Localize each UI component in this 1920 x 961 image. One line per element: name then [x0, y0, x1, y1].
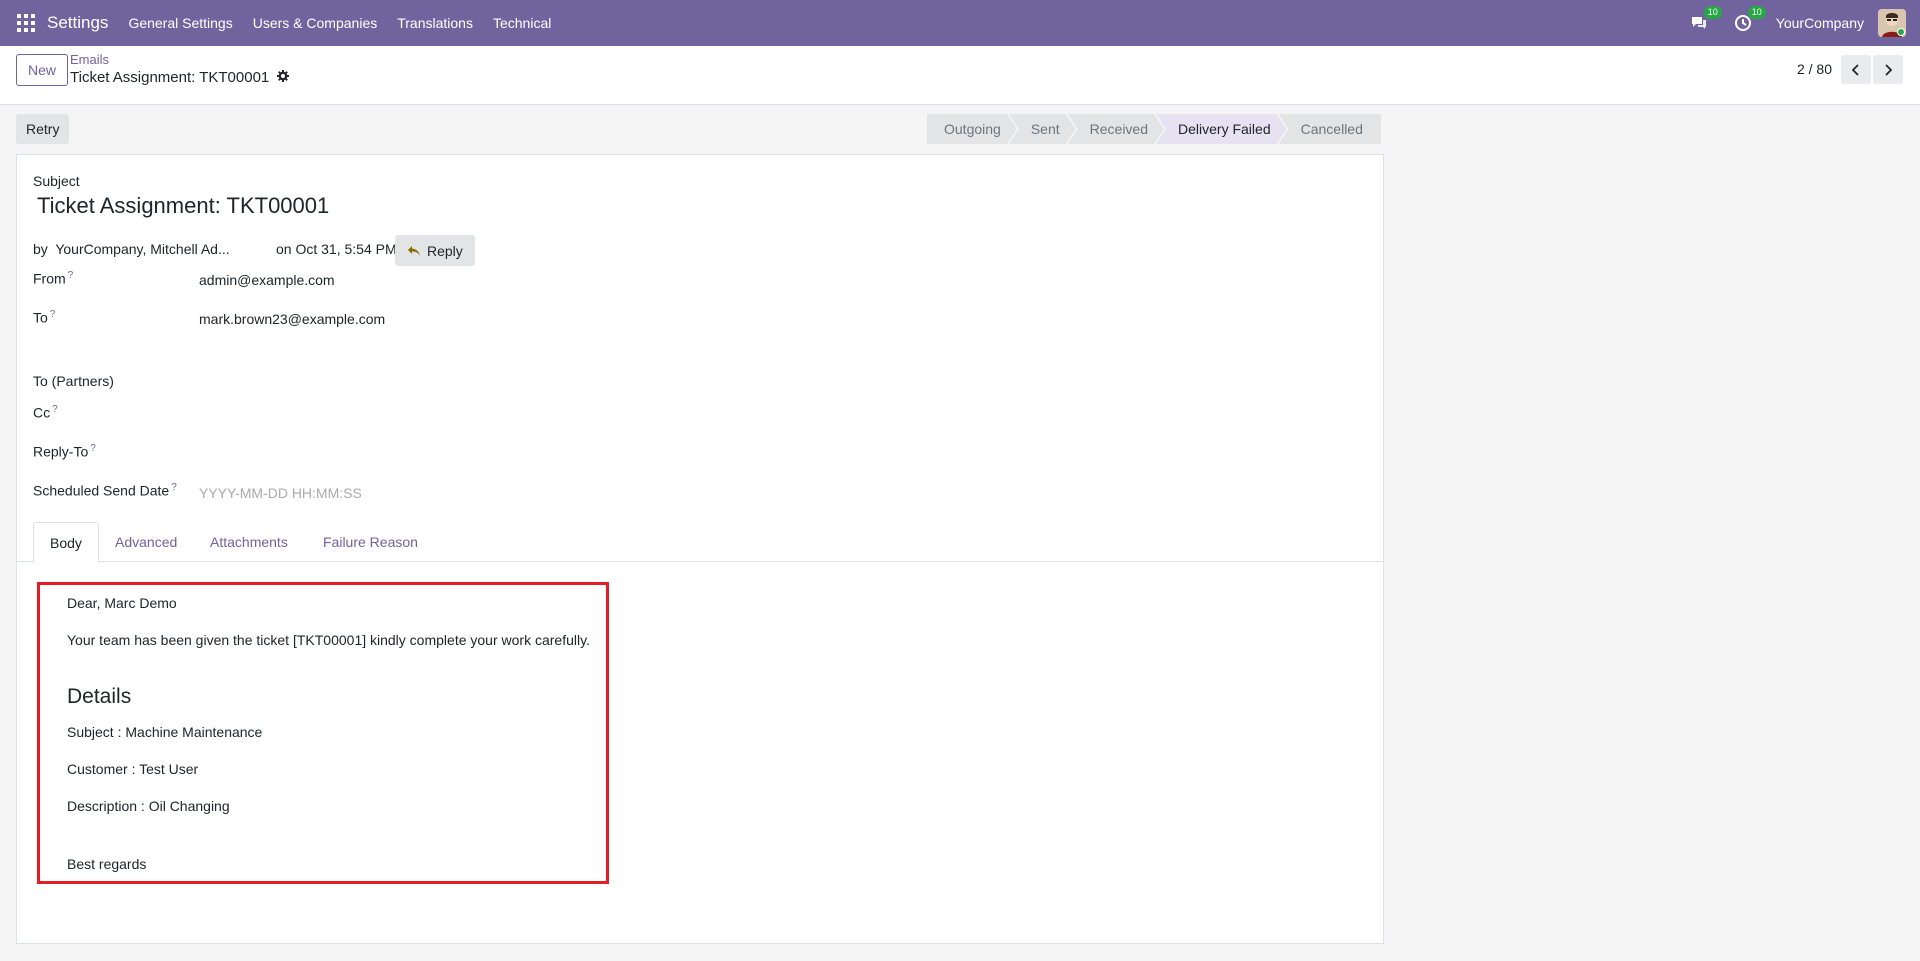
to-field[interactable]: mark.brown23@example.com [199, 311, 385, 327]
tab-attachments[interactable]: Attachments [194, 522, 304, 562]
menu-general-settings[interactable]: General Settings [128, 15, 232, 31]
stage-received[interactable]: Received [1068, 114, 1164, 144]
body-greeting: Dear, Marc Demo [67, 595, 177, 611]
scheduled-date-label-text: Scheduled Send Date [33, 482, 170, 499]
gear-icon[interactable] [277, 69, 290, 86]
messages-count-badge: 10 [1703, 6, 1722, 19]
reply-label: Reply [427, 242, 463, 259]
stage-cancelled[interactable]: Cancelled [1278, 114, 1381, 144]
subject-label: Subject [33, 173, 80, 189]
body-description-line: Description : Oil Changing [67, 798, 230, 814]
messages-icon[interactable]: 10 [1688, 6, 1722, 34]
reply-to-label: Reply-To? [33, 443, 96, 460]
cc-label: Cc? [33, 404, 58, 421]
to-label-text: To [33, 309, 48, 326]
from-label-text: From [33, 270, 66, 287]
menu-translations[interactable]: Translations [397, 15, 473, 31]
record-title: Ticket Assignment: TKT00001 [70, 69, 270, 86]
tab-failure-reason[interactable]: Failure Reason [307, 522, 434, 562]
form-sheet: Subject Ticket Assignment: TKT00001 by Y… [16, 154, 1384, 944]
top-navbar: Settings General Settings Users & Compan… [0, 0, 1920, 46]
body-closing: Best regards [67, 856, 147, 872]
control-panel: New Emails Ticket Assignment: TKT00001 2… [0, 46, 1920, 105]
email-body-highlight: Dear, Marc Demo Your team has been given… [37, 582, 609, 884]
help-tooltip-icon[interactable]: ? [90, 443, 96, 454]
menu-technical[interactable]: Technical [493, 15, 551, 31]
chevron-right-icon [1885, 63, 1893, 76]
body-details-heading: Details [67, 685, 132, 708]
activity-clock-icon[interactable]: 10 [1732, 6, 1766, 34]
author-name[interactable]: YourCompany, Mitchell Ad... [55, 241, 229, 257]
chevron-left-icon [1851, 63, 1859, 76]
to-partners-label: To (Partners) [33, 373, 114, 389]
help-tooltip-icon[interactable]: ? [52, 404, 58, 415]
retry-button[interactable]: Retry [16, 114, 70, 144]
new-button[interactable]: New [16, 54, 69, 86]
company-switcher[interactable]: YourCompany [1776, 15, 1864, 31]
menu-users-companies[interactable]: Users & Companies [253, 15, 378, 31]
breadcrumb-emails[interactable]: Emails [70, 52, 109, 67]
from-field[interactable]: admin@example.com [199, 272, 335, 288]
pager-next-button[interactable] [1873, 55, 1903, 84]
cc-label-text: Cc [33, 404, 51, 421]
scheduled-date-input[interactable]: YYYY-MM-DD HH:MM:SS [199, 485, 362, 501]
author-line: by YourCompany, Mitchell Ad... [33, 241, 230, 257]
help-tooltip-icon[interactable]: ? [171, 482, 177, 493]
body-customer-line: Customer : Test User [67, 761, 199, 777]
pager-previous-button[interactable] [1841, 55, 1871, 84]
tab-advanced[interactable]: Advanced [99, 522, 193, 562]
tab-body[interactable]: Body [33, 522, 99, 563]
help-tooltip-icon[interactable]: ? [50, 309, 56, 320]
apps-grid-icon[interactable] [17, 14, 35, 32]
reply-arrow-icon [408, 245, 420, 256]
body-subject-line: Subject : Machine Maintenance [67, 724, 263, 740]
breadcrumb-current: Ticket Assignment: TKT00001 [70, 69, 290, 86]
body-intro: Your team has been given the ticket [TKT… [67, 632, 590, 648]
scheduled-date-label: Scheduled Send Date? [33, 482, 177, 499]
pager-value[interactable]: 2 / 80 [1797, 61, 1832, 77]
subject-field[interactable]: Ticket Assignment: TKT00001 [37, 193, 329, 219]
stage-sent[interactable]: Sent [1009, 114, 1076, 144]
reply-to-label-text: Reply-To [33, 443, 89, 460]
by-label: by [33, 241, 48, 257]
stage-delivery-failed[interactable]: Delivery Failed [1156, 114, 1287, 144]
reply-button[interactable]: Reply [395, 235, 475, 266]
from-label: From? [33, 270, 73, 287]
to-label: To? [33, 309, 55, 326]
app-brand[interactable]: Settings [47, 13, 108, 33]
navbar-systray: 10 10 YourCompany [1688, 0, 1920, 46]
message-date: on Oct 31, 5:54 PM [276, 241, 397, 257]
activities-count-badge: 10 [1747, 6, 1766, 19]
notebook-tabs: Body Advanced Attachments Failure Reason [17, 522, 1383, 563]
help-tooltip-icon[interactable]: ? [68, 270, 74, 281]
online-status-dot [1897, 28, 1905, 36]
status-bar: Outgoing Sent Received Delivery Failed C… [927, 114, 1381, 144]
user-avatar[interactable] [1878, 9, 1906, 37]
stage-outgoing[interactable]: Outgoing [927, 114, 1017, 144]
